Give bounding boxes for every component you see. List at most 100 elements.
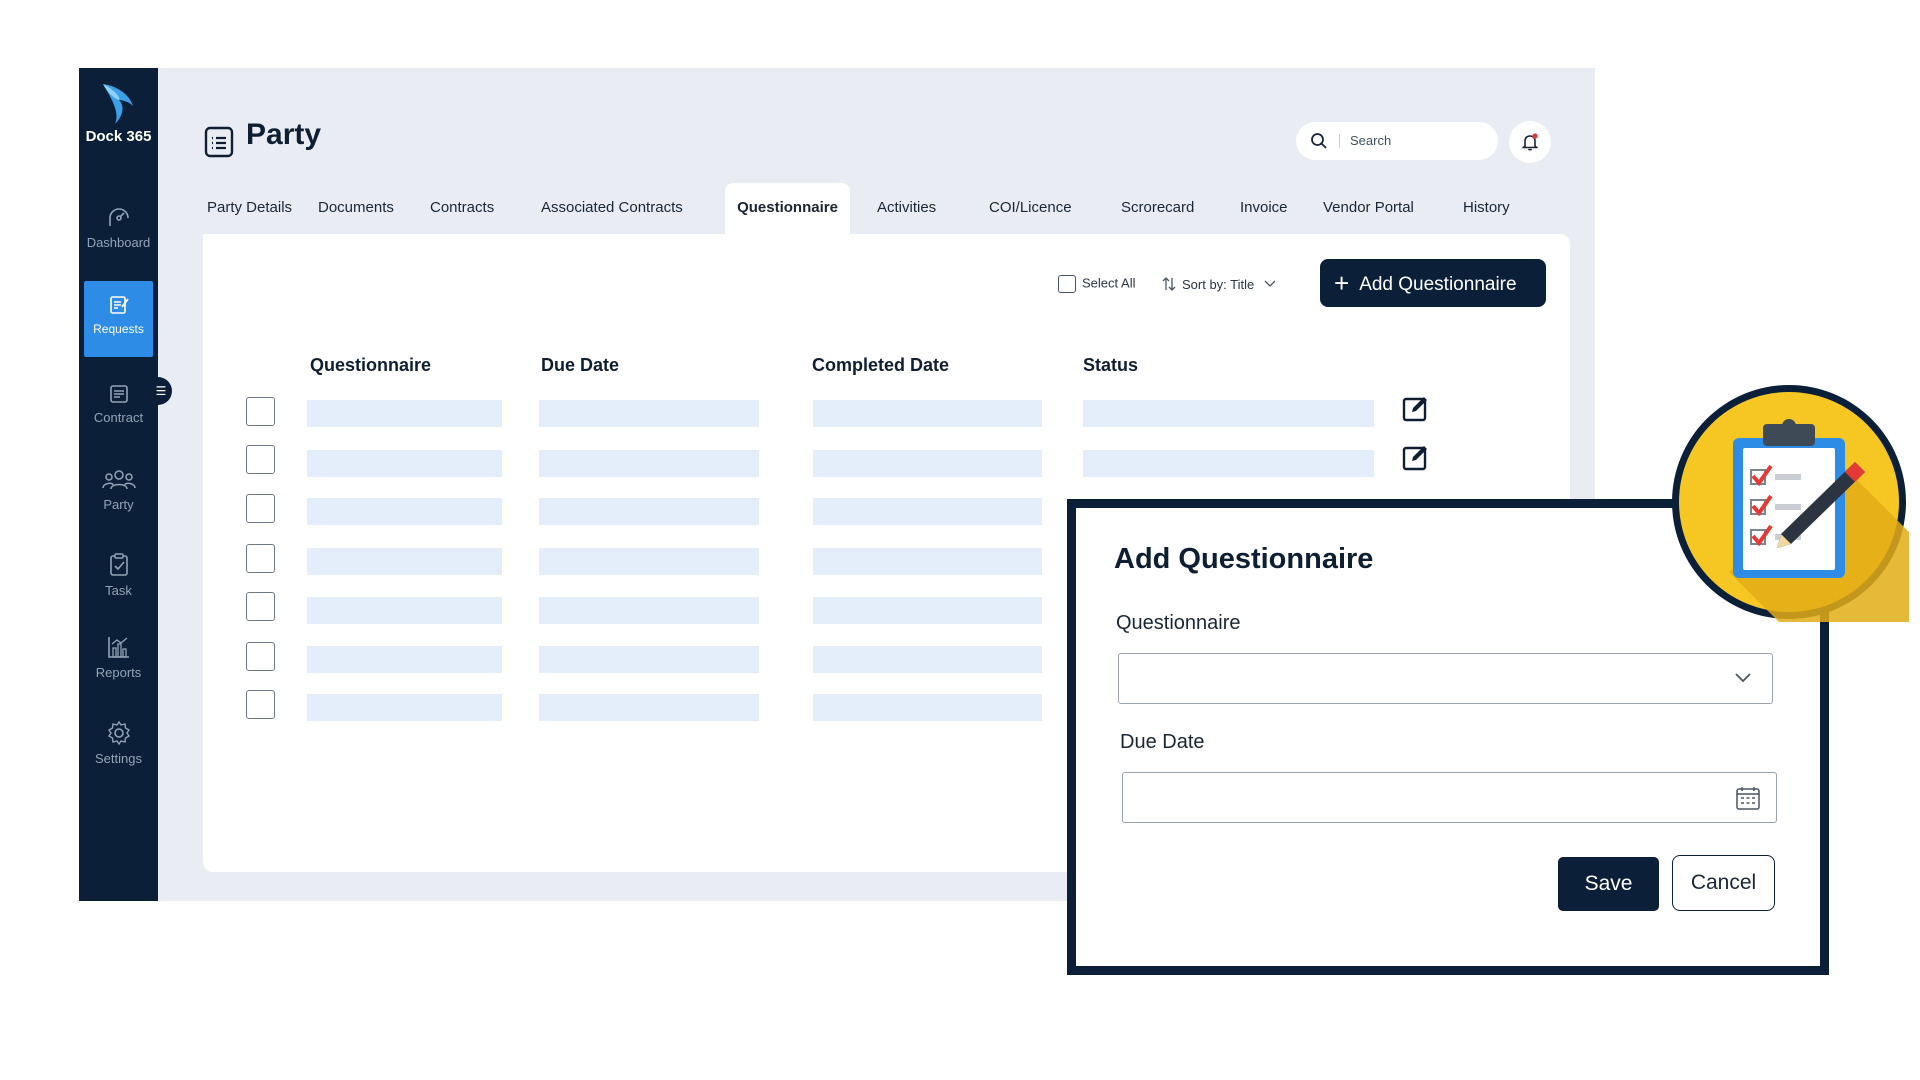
questionnaire-field-label: Questionnaire (1116, 612, 1241, 634)
placeholder-cell (813, 646, 1042, 673)
placeholder-cell (813, 450, 1042, 477)
sidebar-item-reports[interactable]: Reports (79, 634, 158, 680)
placeholder-cell (1083, 400, 1374, 427)
row-checkbox[interactable] (246, 544, 275, 573)
search-icon (1311, 133, 1327, 149)
sidebar-item-label: Dashboard (86, 235, 151, 250)
select-all-checkbox[interactable]: Select All (1058, 275, 1135, 293)
save-button[interactable]: Save (1558, 857, 1659, 911)
tab-questionnaire[interactable]: Questionnaire (725, 183, 850, 235)
add-questionnaire-button[interactable]: + Add Questionnaire (1320, 259, 1546, 307)
sidebar-item-settings[interactable]: Settings (79, 720, 158, 766)
notification-button[interactable] (1509, 121, 1551, 163)
sidebar-item-label: Party (103, 497, 134, 512)
sidebar-item-party[interactable]: Party (79, 468, 158, 512)
sidebar-item-requests[interactable]: Requests (84, 281, 153, 357)
search-input[interactable]: Search (1350, 133, 1391, 148)
sidebar-item-label: Contract (93, 410, 144, 425)
tab-activities[interactable]: Activities (877, 199, 936, 216)
placeholder-cell (307, 450, 502, 477)
logo-text: Dock 365 (85, 128, 152, 145)
settings-icon (107, 720, 130, 746)
sort-label: Sort by: Title (1182, 277, 1255, 292)
tab-contracts[interactable]: Contracts (430, 199, 494, 216)
tab-scorecard[interactable]: Scrorecard (1121, 199, 1194, 216)
placeholder-cell (307, 498, 502, 525)
tab-documents[interactable]: Documents (318, 199, 394, 216)
bell-icon (1521, 133, 1539, 151)
task-icon (109, 553, 128, 576)
chevron-down-icon (1264, 280, 1276, 287)
placeholder-cell (539, 450, 759, 477)
placeholder-cell (813, 597, 1042, 624)
placeholder-cell (539, 646, 759, 673)
placeholder-cell (539, 694, 759, 721)
sort-dropdown[interactable]: Sort by: Title (1162, 276, 1276, 292)
tab-party-details[interactable]: Party Details (207, 199, 292, 216)
calendar-icon[interactable] (1735, 785, 1761, 811)
placeholder-cell (539, 400, 759, 427)
page-title: Party (246, 118, 322, 151)
add-questionnaire-label: Add Questionnaire (1359, 274, 1517, 295)
placeholder-cell (307, 548, 502, 575)
requests-icon (109, 296, 129, 314)
questionnaire-select[interactable] (1118, 653, 1773, 704)
sidebar-item-label: Task (105, 583, 132, 598)
tab-associated-contracts[interactable]: Associated Contracts (541, 199, 683, 216)
sidebar-item-task[interactable]: Task (79, 552, 158, 598)
select-all-label: Select All (1082, 275, 1136, 291)
reports-icon (107, 637, 129, 658)
column-header-status[interactable]: Status (1083, 355, 1138, 376)
due-date-field-label: Due Date (1120, 731, 1205, 753)
search-divider (1339, 134, 1340, 148)
dock365-logo-icon (102, 84, 133, 124)
sidebar-item-dashboard[interactable]: Dashboard (79, 206, 158, 250)
row-checkbox[interactable] (246, 494, 275, 523)
tab-invoice[interactable]: Invoice (1240, 199, 1288, 216)
party-list-icon (204, 126, 234, 163)
row-checkbox[interactable] (246, 397, 275, 426)
row-checkbox[interactable] (246, 690, 275, 719)
logo[interactable]: Dock 365 (79, 82, 158, 145)
due-date-input[interactable] (1122, 772, 1777, 823)
tab-history[interactable]: History (1463, 199, 1510, 216)
placeholder-cell (307, 646, 502, 673)
row-checkbox[interactable] (246, 592, 275, 621)
sidebar: Dock 365 Dashboard Requests Contract Par… (79, 68, 158, 901)
placeholder-cell (813, 498, 1042, 525)
tab-coi-licence[interactable]: COI/Licence (989, 199, 1072, 216)
sidebar-item-label: Requests (93, 322, 144, 336)
cancel-button[interactable]: Cancel (1672, 855, 1775, 911)
column-header-completed-date[interactable]: Completed Date (812, 355, 949, 376)
row-checkbox[interactable] (246, 445, 275, 474)
placeholder-cell (813, 548, 1042, 575)
placeholder-cell (813, 694, 1042, 721)
party-icon (101, 470, 136, 490)
placeholder-cell (539, 597, 759, 624)
placeholder-cell (539, 548, 759, 575)
questionnaire-clipboard-illustration-icon (1672, 385, 1909, 622)
sidebar-item-contract[interactable]: Contract (79, 383, 158, 425)
row-checkbox[interactable] (246, 642, 275, 671)
placeholder-cell (539, 498, 759, 525)
dashboard-icon (108, 208, 129, 226)
plus-icon: + (1334, 268, 1350, 298)
placeholder-cell (307, 694, 502, 721)
column-header-due-date[interactable]: Due Date (541, 355, 619, 376)
edit-icon[interactable] (1402, 444, 1430, 472)
sort-arrows-icon (1162, 277, 1176, 291)
sidebar-item-label: Settings (95, 751, 142, 766)
tab-vendor-portal[interactable]: Vendor Portal (1323, 199, 1414, 216)
sidebar-item-label: Reports (95, 665, 142, 680)
checkbox-icon (1058, 275, 1076, 293)
chevron-down-icon (1735, 673, 1751, 683)
placeholder-cell (813, 400, 1042, 427)
placeholder-cell (307, 597, 502, 624)
column-header-questionnaire[interactable]: Questionnaire (310, 355, 431, 376)
placeholder-cell (307, 400, 502, 427)
contract-icon (109, 385, 128, 403)
dialog-title: Add Questionnaire (1114, 543, 1374, 575)
search-box[interactable]: Search (1296, 122, 1498, 160)
placeholder-cell (1083, 450, 1374, 477)
edit-icon[interactable] (1402, 395, 1430, 423)
